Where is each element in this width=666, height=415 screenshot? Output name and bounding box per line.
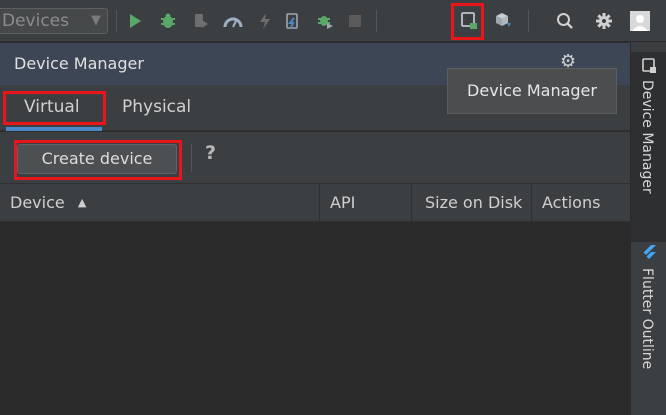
highlight-box-device-manager-icon	[451, 3, 484, 40]
apply-changes-icon[interactable]	[252, 8, 278, 34]
sdk-manager-icon[interactable]	[490, 8, 516, 34]
chevron-down-icon: ▼	[91, 13, 101, 28]
strip-label: Flutter Outline	[639, 268, 655, 370]
sort-ascending-icon: ▲	[77, 196, 87, 209]
action-separator	[191, 144, 192, 172]
column-header-size-on-disk[interactable]: Size on Disk	[412, 184, 532, 222]
device-manager-icon	[642, 58, 656, 73]
highlight-box-virtual-tab	[3, 91, 106, 125]
device-selector-value: Devices	[2, 11, 69, 31]
right-tool-strip: Device Manager Flutter Outline	[630, 42, 666, 415]
toolbar-separator	[116, 10, 117, 32]
device-manager-tooltip: Device Manager	[447, 68, 617, 114]
column-header-api[interactable]: API	[320, 184, 412, 222]
selected-tab-indicator	[6, 127, 102, 131]
strip-tab-flutter-outline[interactable]: Flutter Outline	[631, 238, 666, 398]
run-icon[interactable]	[122, 8, 148, 34]
strip-label: Device Manager	[639, 80, 655, 194]
apply-code-changes-icon[interactable]	[280, 8, 306, 34]
attach-debugger-icon[interactable]	[188, 8, 214, 34]
settings-icon[interactable]	[591, 8, 617, 34]
toolbar-separator	[528, 10, 529, 32]
toolbar-separator	[376, 10, 377, 32]
device-table-body	[0, 222, 630, 415]
search-icon[interactable]	[552, 8, 578, 34]
column-label: Device	[10, 193, 65, 212]
device-table-header: Device ▲ API Size on Disk Actions	[0, 184, 630, 222]
highlight-box-create-device	[14, 140, 182, 180]
avatar[interactable]	[627, 8, 653, 34]
attach-flutter-icon[interactable]	[312, 8, 338, 34]
device-selector-combo[interactable]: Devices ▼	[0, 8, 108, 34]
column-header-device[interactable]: Device ▲	[0, 184, 320, 222]
debug-icon[interactable]	[155, 8, 181, 34]
tab-physical[interactable]: Physical	[122, 97, 191, 117]
stop-icon[interactable]	[342, 8, 368, 34]
panel-title: Device Manager	[14, 54, 144, 73]
help-icon[interactable]: ?	[205, 142, 216, 164]
column-header-actions[interactable]: Actions	[532, 184, 630, 222]
main-toolbar: Devices ▼	[0, 0, 666, 42]
strip-tab-device-manager[interactable]: Device Manager	[631, 52, 666, 242]
profile-icon[interactable]	[220, 8, 246, 34]
flutter-icon	[643, 245, 656, 259]
